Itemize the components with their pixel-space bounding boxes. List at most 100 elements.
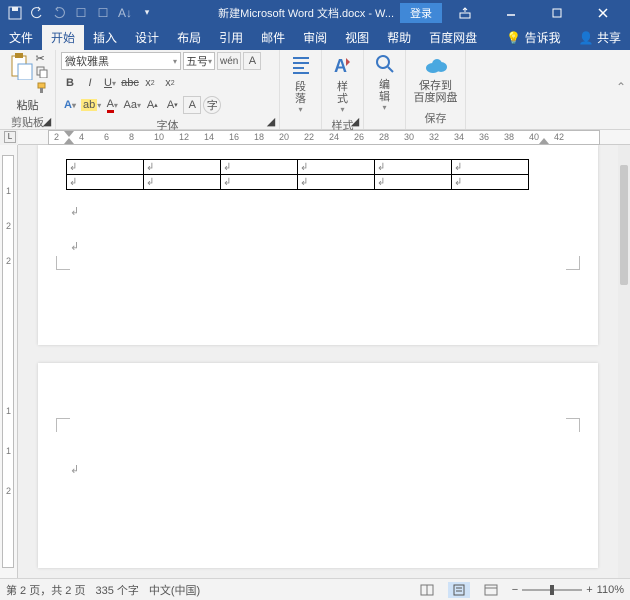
font-dialog-launcher-icon[interactable]: ◢: [265, 115, 277, 127]
tab-review[interactable]: 审阅: [294, 25, 336, 50]
ruler-tick: 6: [104, 132, 109, 142]
tab-file[interactable]: 文件: [0, 25, 42, 50]
login-button[interactable]: 登录: [400, 3, 442, 23]
paragraph-mark: ↲: [70, 205, 79, 218]
right-indent-icon[interactable]: [539, 138, 549, 144]
vertical-scrollbar[interactable]: [618, 145, 630, 578]
language-status[interactable]: 中文(中国): [149, 582, 200, 598]
tab-layout[interactable]: 布局: [168, 25, 210, 50]
qat-icon-1[interactable]: ☐: [71, 3, 91, 23]
underline-button[interactable]: U▾: [101, 74, 119, 92]
ruler-tick: 16: [229, 132, 239, 142]
qat-icon-2[interactable]: ☐: [93, 3, 113, 23]
web-layout-icon[interactable]: [480, 582, 502, 598]
share-button[interactable]: 👤 共享: [570, 25, 630, 50]
styles-button[interactable]: A 样式 ▾: [327, 52, 358, 116]
paragraph-button[interactable]: 段落 ▾: [285, 52, 316, 116]
ruler-tick: 24: [329, 132, 339, 142]
tab-design[interactable]: 设计: [126, 25, 168, 50]
paste-label: 粘贴: [17, 97, 39, 113]
qat-dropdown-icon[interactable]: ▾: [137, 3, 157, 23]
copy-icon[interactable]: [36, 66, 48, 81]
font-color-button[interactable]: A▾: [103, 96, 121, 114]
first-line-indent-icon[interactable]: [64, 138, 74, 144]
word-count[interactable]: 335 个字: [95, 582, 138, 598]
font-size-combo[interactable]: 五号▾: [183, 52, 215, 70]
hanging-indent-icon[interactable]: [64, 131, 74, 137]
redo-icon[interactable]: [49, 3, 69, 23]
paste-icon[interactable]: [8, 52, 34, 97]
ruler-tick: 1: [6, 186, 11, 196]
vertical-ruler[interactable]: 122112: [0, 145, 18, 578]
edit-button[interactable]: 编辑 ▾: [369, 52, 400, 114]
svg-text:A: A: [334, 56, 347, 76]
qat-icon-3[interactable]: A↓: [115, 3, 135, 23]
char-border-button[interactable]: A: [243, 52, 261, 70]
page-status[interactable]: 第 2 页，共 2 页: [6, 582, 85, 598]
phonetic-guide-button[interactable]: wén: [217, 52, 241, 70]
maximize-icon[interactable]: [534, 0, 580, 25]
undo-icon[interactable]: [27, 3, 47, 23]
subscript-button[interactable]: x2: [141, 74, 159, 92]
tab-baidu[interactable]: 百度网盘: [420, 25, 486, 50]
tab-references[interactable]: 引用: [210, 25, 252, 50]
font-name-combo[interactable]: 微软雅黑▾: [61, 52, 181, 70]
zoom-in-button[interactable]: +: [586, 584, 592, 596]
tab-insert[interactable]: 插入: [84, 25, 126, 50]
close-icon[interactable]: [580, 0, 626, 25]
ribbon-options-icon[interactable]: [442, 0, 488, 25]
save-icon[interactable]: [5, 3, 25, 23]
ruler-tick: 38: [504, 132, 514, 142]
tell-me-button[interactable]: 💡 告诉我: [497, 25, 569, 50]
tab-help[interactable]: 帮助: [378, 25, 420, 50]
ruler-tick: 32: [429, 132, 439, 142]
print-layout-icon[interactable]: [448, 582, 470, 598]
zoom-slider[interactable]: [522, 589, 582, 591]
ruler-tick: 34: [454, 132, 464, 142]
highlight-button[interactable]: ab▾: [81, 96, 101, 114]
collapse-ribbon-icon[interactable]: ⌃: [616, 80, 626, 94]
save-group-label: 保存: [411, 109, 460, 127]
bold-button[interactable]: B: [61, 74, 79, 92]
save-baidu-button[interactable]: 保存到 百度网盘: [411, 52, 460, 109]
format-painter-icon[interactable]: [36, 82, 48, 97]
shrink-font-button[interactable]: A▾: [163, 96, 181, 114]
read-mode-icon[interactable]: [416, 582, 438, 598]
zoom-level[interactable]: 110%: [597, 584, 624, 596]
ruler-tick: 1: [6, 446, 11, 456]
ruler-tick: 2: [6, 486, 11, 496]
styles-dialog-launcher-icon[interactable]: ◢: [349, 115, 361, 127]
ruler-tick: 12: [179, 132, 189, 142]
clear-format-button[interactable]: A: [183, 96, 201, 114]
document-table[interactable]: ↲↲↲↲↲↲ ↲↲↲↲↲↲: [66, 159, 529, 190]
tab-view[interactable]: 视图: [336, 25, 378, 50]
tab-home[interactable]: 开始: [42, 25, 84, 50]
zoom-out-button[interactable]: −: [512, 584, 518, 596]
zoom-slider-thumb[interactable]: [550, 585, 554, 595]
minimize-icon[interactable]: [488, 0, 534, 25]
ruler-tick: 26: [354, 132, 364, 142]
find-icon: [375, 54, 395, 77]
scrollbar-thumb[interactable]: [620, 165, 628, 285]
italic-button[interactable]: I: [81, 74, 99, 92]
change-case-button[interactable]: Aa▾: [123, 96, 141, 114]
text-effects-button[interactable]: A▾: [61, 96, 79, 114]
clipboard-dialog-launcher-icon[interactable]: ◢: [41, 115, 53, 127]
ruler-tick: 36: [479, 132, 489, 142]
styles-icon: A: [332, 54, 354, 79]
strikethrough-button[interactable]: abc: [121, 74, 139, 92]
page-1[interactable]: ↲↲↲↲↲↲ ↲↲↲↲↲↲ ↲ ↲: [38, 145, 598, 345]
horizontal-ruler[interactable]: L 24681012141618202224262830323436384042: [18, 130, 630, 145]
tab-mail[interactable]: 邮件: [252, 25, 294, 50]
ruler-tick: 4: [79, 132, 84, 142]
ruler-tick: 20: [279, 132, 289, 142]
page-2[interactable]: ↲: [38, 363, 598, 568]
enclose-char-button[interactable]: 字: [203, 96, 221, 114]
paragraph-mark: ↲: [70, 463, 79, 476]
tab-selector-icon[interactable]: L: [4, 131, 16, 143]
window-title: 新建Microsoft Word 文档.docx - W...: [218, 5, 394, 21]
bulb-icon: 💡: [506, 31, 521, 45]
superscript-button[interactable]: x2: [161, 74, 179, 92]
grow-font-button[interactable]: A▴: [143, 96, 161, 114]
cut-icon[interactable]: ✂: [36, 52, 48, 65]
